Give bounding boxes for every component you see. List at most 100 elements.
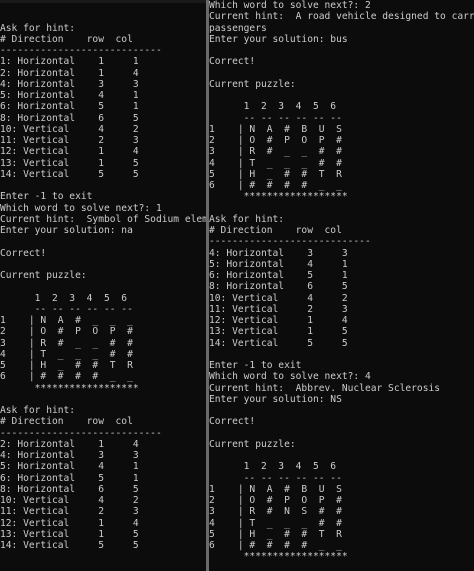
console-line: 3 | R # N S # # — [209, 506, 342, 518]
console-line: ****************** — [0, 382, 139, 394]
console-line: # Direction row col — [0, 33, 133, 45]
console-line: Correct! — [0, 247, 47, 259]
console-line: Current hint: Symbol of Sodium element — [0, 213, 206, 225]
console-line: -- -- -- -- -- -- — [209, 112, 342, 124]
console-line: 11: Vertical 2 3 — [0, 135, 139, 146]
console-line: Current puzzle: — [0, 270, 87, 281]
left-console-top-edge — [0, 0, 206, 3]
console-line: # Direction row col — [209, 225, 342, 236]
console-line: Current hint: Abbrev. Nuclear Sclerosis — [209, 382, 441, 394]
console-line: 8: Horizontal 6 5 — [0, 112, 139, 124]
console-line: ---------------------------- — [0, 45, 162, 56]
console-line: 4 | T _ _ _ # # — [0, 348, 133, 360]
console-line: Enter -1 to exit — [0, 191, 93, 203]
console-line: Which word to solve next?: 4 — [209, 371, 371, 383]
console-line: 14: Vertical 5 5 — [0, 540, 139, 551]
console-line: Which word to solve next?: 1 — [0, 202, 162, 214]
left-console-output[interactable]: Ask for hint: # Direction row col --------… — [0, 0, 206, 571]
console-line: 5: Horizontal 4 1 — [0, 90, 139, 101]
right-console-output[interactable]: Which word to solve next?: 2 Current hint… — [209, 0, 474, 571]
console-line: 4 | T _ _ _ # # — [209, 157, 342, 169]
console-line: Correct! — [209, 56, 256, 68]
console-line: Enter -1 to exit — [209, 360, 302, 371]
console-line: 6 | # # # # _ _ — [209, 540, 342, 551]
console-line: 13: Vertical 1 5 — [0, 157, 139, 169]
console-line: 13: Vertical 1 5 — [0, 528, 139, 540]
console-line: 11: Vertical 2 3 — [209, 303, 348, 315]
console-line: 1 2 3 4 5 6 — [209, 461, 337, 473]
console-line: -- -- -- -- -- -- — [209, 472, 342, 484]
console-line: 3 | R # _ _ # # — [0, 337, 133, 349]
console-line: Correct! — [209, 416, 256, 428]
console-line: 1 | N A # _ _ _ — [0, 315, 133, 326]
console-line: 5: Horizontal 4 1 — [209, 258, 348, 270]
console-line: 2 | O # P O P # — [209, 135, 342, 146]
console-line: 1 | N A # B U S — [209, 483, 342, 495]
console-line: 6: Horizontal 5 1 — [0, 101, 139, 113]
console-line: 5: Horizontal 4 1 — [0, 461, 139, 473]
console-line: Ask for hint: — [0, 405, 76, 416]
console-line: ---------------------------- — [209, 236, 371, 248]
console-line: 3 | R # _ _ # # — [209, 146, 342, 158]
console-line: Ask for hint: — [0, 22, 76, 34]
console-line: Enter your solution: na — [0, 225, 133, 236]
console-line: 11: Vertical 2 3 — [0, 506, 139, 518]
console-line: passengers — [209, 22, 267, 34]
console-line: Current puzzle: — [209, 438, 296, 450]
console-line: ---------------------------- — [0, 427, 162, 439]
console-line: -- -- -- -- -- -- — [0, 303, 133, 315]
console-line: Enter your solution: bus — [209, 33, 348, 45]
console-line: 2: Horizontal 1 4 — [0, 67, 139, 79]
console-line: 4 | T _ _ _ # # — [209, 517, 342, 529]
console-line: 6 | # # # # _ _ — [209, 180, 342, 191]
console-line: 1: Horizontal 1 1 — [0, 56, 139, 68]
console-line: 8: Horizontal 6 5 — [0, 483, 139, 495]
console-line: 14: Vertical 5 5 — [0, 168, 139, 180]
console-line: 12: Vertical 1 4 — [209, 315, 348, 326]
console-line: Which word to solve next?: 2 — [209, 0, 371, 11]
console-line: # Direction row col — [0, 416, 133, 428]
console-line: 4: Horizontal 3 3 — [0, 78, 139, 90]
console-line: 10: Vertical 4 2 — [0, 123, 139, 135]
console-line: ****************** — [209, 191, 348, 203]
console-line: ****************** — [209, 551, 348, 563]
console-line: Ask for hint: — [209, 213, 285, 225]
console-line: 1 2 3 4 5 6 — [0, 292, 128, 304]
console-line: 13: Vertical 1 5 — [209, 326, 348, 338]
console-line: 10: Vertical 4 2 — [209, 292, 348, 304]
console-line: 2 | O # P O P # — [209, 495, 342, 506]
console-line: 12: Vertical 1 4 — [0, 517, 139, 529]
console-line: 5 | H _ # # T R — [209, 168, 342, 180]
console-line: 2: Horizontal 1 4 — [0, 438, 139, 450]
console-line: 5 | H _ # # T R — [0, 360, 133, 371]
console-line: 6 | # # # # _ _ — [0, 371, 133, 383]
console-line: 1 2 3 4 5 6 — [209, 101, 337, 113]
console-line: 2 | O # P O P # — [0, 326, 133, 338]
console-line: 4: Horizontal 3 3 — [209, 247, 348, 259]
console-line: 5 | H _ # # T R — [209, 528, 342, 540]
console-line: 6: Horizontal 5 1 — [209, 270, 348, 281]
console-line: Current hint: A road vehicle designed to… — [209, 11, 474, 23]
console-line: 1 | N A # B U S — [209, 123, 342, 135]
console-line: Enter your solution: NS — [209, 393, 342, 405]
console-line: Current puzzle: — [209, 78, 296, 90]
console-line: 6: Horizontal 5 1 — [0, 472, 139, 484]
console-line: 10: Vertical 4 2 — [0, 495, 139, 506]
console-line: 8: Horizontal 6 5 — [209, 281, 348, 293]
console-line: 4: Horizontal 3 3 — [0, 450, 139, 461]
